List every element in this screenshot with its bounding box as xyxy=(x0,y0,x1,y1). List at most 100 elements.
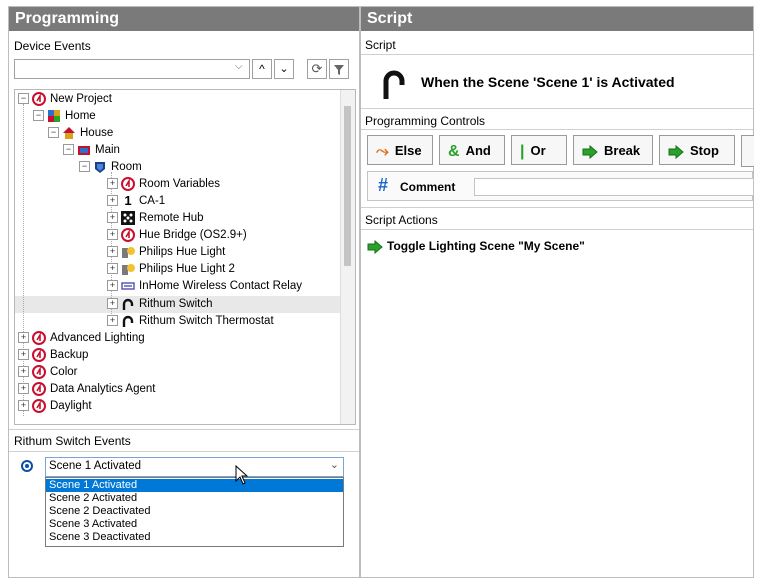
collapse-icon[interactable]: − xyxy=(63,144,74,156)
event-dropdown-list[interactable]: Scene 1 Activated Scene 2 Activated Scen… xyxy=(45,477,344,547)
mouse-cursor-icon xyxy=(235,465,249,485)
tree-item-daylight[interactable]: + Daylight xyxy=(18,398,92,415)
light-icon xyxy=(122,246,135,258)
event-select[interactable]: Scene 1 Activated ⌄ xyxy=(45,457,344,477)
search-dropdown-chevron-icon[interactable]: ⌵ xyxy=(235,61,243,72)
comment-input[interactable] xyxy=(474,178,754,196)
tree-item-label: Daylight xyxy=(50,400,92,412)
comment-label: Comment xyxy=(400,180,456,194)
collapse-icon[interactable]: − xyxy=(79,161,90,173)
else-button[interactable]: ⤳ Else xyxy=(367,135,433,165)
script-action-item[interactable]: Toggle Lighting Scene "My Scene" xyxy=(367,237,585,255)
device-tree[interactable]: − New Project − Home − House − Main − Room + R… xyxy=(14,89,356,425)
tree-item-label: InHome Wireless Contact Relay xyxy=(139,280,302,292)
control4-icon xyxy=(121,176,135,191)
or-button[interactable]: | Or xyxy=(511,135,567,165)
tree-scrollbar[interactable] xyxy=(340,90,355,424)
tree-item-rithum-switch-thermostat[interactable]: + Rithum Switch Thermostat xyxy=(107,313,274,330)
expand-icon[interactable]: + xyxy=(18,366,29,378)
expand-icon[interactable]: + xyxy=(107,246,118,258)
control4-icon xyxy=(32,398,46,413)
tree-item-color[interactable]: + Color xyxy=(18,364,77,381)
expand-icon[interactable]: + xyxy=(18,332,29,344)
tree-item-backup[interactable]: + Backup xyxy=(18,347,88,364)
comment-row: # Comment xyxy=(367,171,754,201)
device-search-input[interactable] xyxy=(14,59,250,79)
expand-icon[interactable]: + xyxy=(107,315,118,327)
and-button[interactable]: & And xyxy=(439,135,505,165)
section-divider xyxy=(361,108,753,109)
event-option[interactable]: Scene 2 Deactivated xyxy=(46,505,343,518)
expand-icon[interactable]: + xyxy=(107,195,118,207)
collapse-icon[interactable]: − xyxy=(48,127,59,139)
script-header: Script xyxy=(361,7,753,31)
expand-icon[interactable]: + xyxy=(107,212,118,224)
chevron-down-icon: ⌄ xyxy=(279,63,289,75)
tree-item-label: House xyxy=(80,127,114,139)
expand-icon[interactable]: + xyxy=(18,400,29,412)
expand-icon[interactable]: + xyxy=(107,178,118,190)
tree-item-philips-hue-light[interactable]: + Philips Hue Light xyxy=(107,244,225,261)
tree-item-label: Philips Hue Light xyxy=(139,246,226,258)
tree-item-label: Backup xyxy=(50,349,89,361)
event-option[interactable]: Scene 2 Activated xyxy=(46,492,343,505)
else-button-label: Else xyxy=(394,143,422,158)
control4-icon xyxy=(121,227,135,242)
rithum-icon xyxy=(122,298,134,310)
break-arrow-icon xyxy=(582,144,598,159)
expand-icon[interactable]: + xyxy=(107,280,118,292)
tree-item-inhome-relay[interactable]: + InHome Wireless Contact Relay xyxy=(107,278,302,295)
scrollbar-thumb[interactable] xyxy=(344,106,351,266)
event-radio[interactable] xyxy=(21,460,33,472)
filter-button[interactable] xyxy=(329,59,349,79)
tree-item-main[interactable]: − Main xyxy=(63,142,120,159)
collapse-icon[interactable]: − xyxy=(33,110,44,122)
tree-item-label: Room Variables xyxy=(139,178,220,190)
event-option[interactable]: Scene 3 Activated xyxy=(46,518,343,531)
scroll-up-button[interactable]: ^ xyxy=(252,59,272,79)
script-label: Script xyxy=(365,38,396,52)
expand-icon[interactable]: + xyxy=(18,349,29,361)
tree-item-ca-1[interactable]: +1 CA-1 xyxy=(107,193,165,210)
stop-button[interactable]: Stop xyxy=(659,135,735,165)
tree-item-data-analytics-agent[interactable]: + Data Analytics Agent xyxy=(18,381,155,398)
refresh-button[interactable]: ⟳ xyxy=(307,59,327,79)
refresh-icon: ⟳ xyxy=(311,61,323,76)
collapse-icon[interactable]: − xyxy=(18,93,29,105)
tree-item-advanced-lighting[interactable]: + Advanced Lighting xyxy=(18,330,145,347)
tree-item-label: New Project xyxy=(50,93,112,105)
tree-item-house[interactable]: − House xyxy=(48,125,113,142)
event-selected-value: Scene 1 Activated xyxy=(49,460,142,472)
more-controls-button[interactable] xyxy=(741,135,754,167)
or-button-label: Or xyxy=(530,143,546,158)
tree-item-rithum-switch[interactable]: + Rithum Switch xyxy=(107,296,213,313)
tree-item-room-variables[interactable]: + Room Variables xyxy=(107,176,220,193)
light-icon xyxy=(122,263,135,275)
tree-item-new-project[interactable]: − New Project xyxy=(18,91,112,108)
chevron-down-icon: ⌄ xyxy=(329,459,339,471)
control4-icon xyxy=(32,364,46,379)
stop-button-label: Stop xyxy=(690,143,719,158)
tree-item-hue-bridge[interactable]: + Hue Bridge (OS2.9+) xyxy=(107,227,247,244)
and-button-label: And xyxy=(465,143,491,158)
programming-header: Programming xyxy=(9,7,359,31)
tree-item-label: Remote Hub xyxy=(139,212,204,224)
tree-item-home[interactable]: − Home xyxy=(33,108,96,125)
tree-item-label: Data Analytics Agent xyxy=(50,383,156,395)
expand-icon[interactable]: + xyxy=(107,298,118,310)
expand-icon[interactable]: + xyxy=(107,229,118,241)
tree-item-room[interactable]: − Room xyxy=(79,159,142,176)
expand-icon[interactable]: + xyxy=(18,383,29,395)
event-option[interactable]: Scene 1 Activated xyxy=(46,479,343,492)
tree-item-philips-hue-light-2[interactable]: + Philips Hue Light 2 xyxy=(107,261,235,278)
expand-icon[interactable]: + xyxy=(107,263,118,275)
event-option[interactable]: Scene 3 Deactivated xyxy=(46,531,343,544)
hash-icon: # xyxy=(378,175,389,195)
programming-controls-label: Programming Controls xyxy=(365,114,486,128)
rithum-icon xyxy=(122,315,134,327)
break-button[interactable]: Break xyxy=(573,135,653,165)
control4-icon xyxy=(32,91,46,106)
tree-item-remote-hub[interactable]: + Remote Hub xyxy=(107,210,204,227)
rithum-icon xyxy=(383,70,405,99)
scroll-down-button[interactable]: ⌄ xyxy=(274,59,294,79)
